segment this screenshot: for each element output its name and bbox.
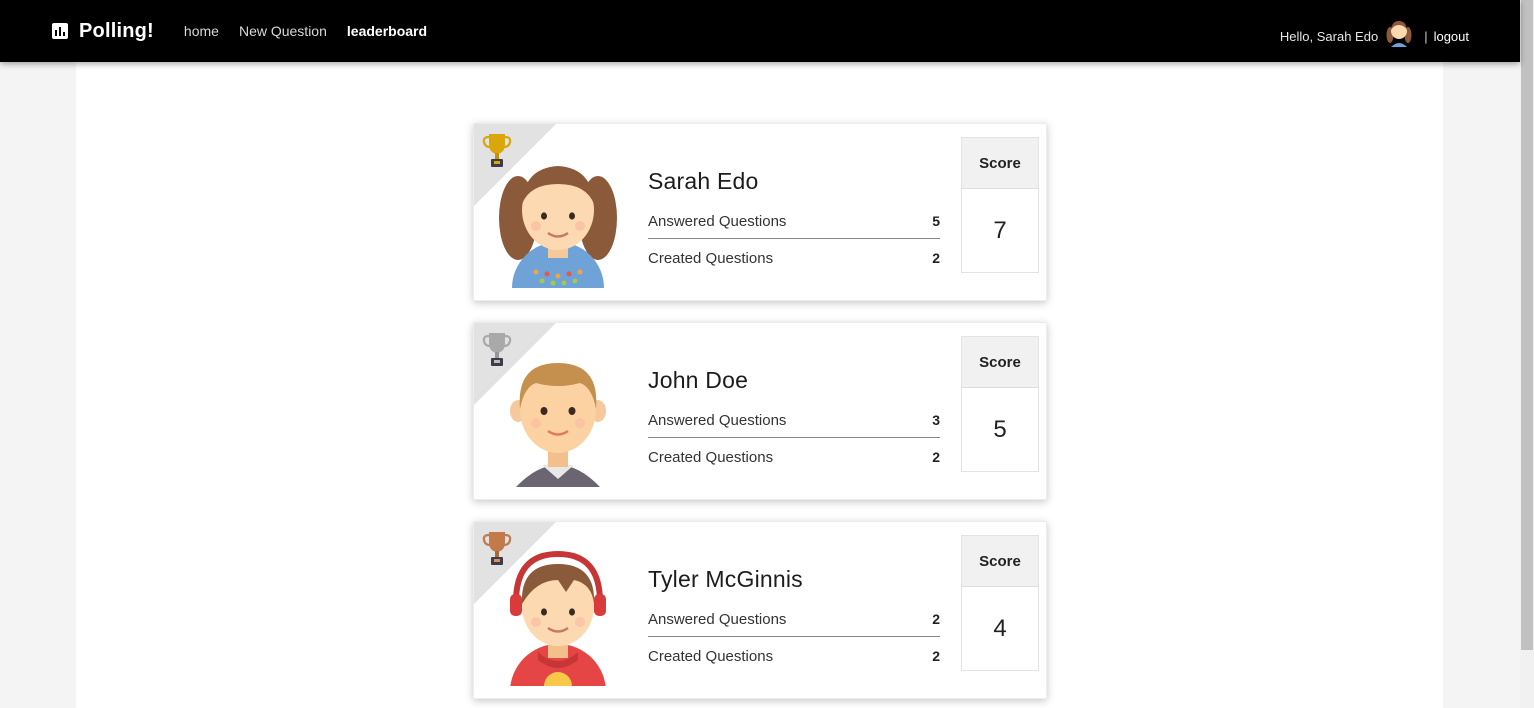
score-header: Score <box>962 337 1038 388</box>
row-divider <box>648 437 940 438</box>
nav-links: home New Question leaderboard <box>184 23 447 39</box>
score-box: Score 7 <box>961 137 1039 273</box>
answered-row: Answered Questions 5 <box>648 210 940 232</box>
row-divider <box>648 238 940 239</box>
player-info: Tyler McGinnis Answered Questions 2 Crea… <box>648 566 940 667</box>
brand-name: Polling! <box>79 19 154 42</box>
answered-label: Answered Questions <box>648 212 787 230</box>
separator: | <box>1424 28 1428 44</box>
leaderboard-card-1: Sarah Edo Answered Questions 5 Created Q… <box>473 123 1047 301</box>
created-row: Created Questions 2 <box>648 645 940 667</box>
player-name: Tyler McGinnis <box>648 566 803 592</box>
nav-link-leaderboard[interactable]: leaderboard <box>347 23 427 39</box>
created-label: Created Questions <box>648 249 774 267</box>
leaderboard-card-2: John Doe Answered Questions 3 Created Qu… <box>473 322 1047 500</box>
answered-label: Answered Questions <box>648 411 787 429</box>
player-info: John Doe Answered Questions 3 Created Qu… <box>648 367 940 468</box>
score-value: 5 <box>993 416 1007 443</box>
score-value: 4 <box>993 615 1007 642</box>
created-count: 2 <box>932 648 940 664</box>
score-value: 7 <box>993 217 1007 244</box>
answered-row: Answered Questions 3 <box>648 409 940 431</box>
created-label: Created Questions <box>648 647 774 665</box>
top-navbar: Polling! home New Question leaderboard H… <box>0 0 1520 62</box>
brand[interactable]: Polling! <box>52 20 154 43</box>
player-name: Sarah Edo <box>648 168 759 194</box>
answered-count: 2 <box>932 611 940 627</box>
score-box: Score 5 <box>961 336 1039 472</box>
player-info: Sarah Edo Answered Questions 5 Created Q… <box>648 168 940 269</box>
leaderboard-card-3: Tyler McGinnis Answered Questions 2 Crea… <box>473 521 1047 699</box>
created-row: Created Questions 2 <box>648 247 940 269</box>
user-avatar <box>1386 21 1412 47</box>
score-header: Score <box>962 138 1038 189</box>
created-label: Created Questions <box>648 448 774 466</box>
logout-link[interactable]: logout <box>1434 29 1469 44</box>
row-divider <box>648 636 940 637</box>
scrollbar-thumb[interactable] <box>1521 0 1533 650</box>
created-row: Created Questions 2 <box>648 446 940 468</box>
player-name: John Doe <box>648 367 749 393</box>
tyler-mcginnis-avatar <box>510 550 606 686</box>
user-greeting: Hello, Sarah Edo <box>1279 28 1379 44</box>
john-doe-avatar <box>510 363 606 487</box>
sarah-edo-avatar <box>499 166 617 288</box>
nav-link-new-question[interactable]: New Question <box>239 23 327 39</box>
answered-row: Answered Questions 2 <box>648 608 940 630</box>
bar-chart-icon <box>52 23 68 39</box>
score-box: Score 4 <box>961 535 1039 671</box>
created-count: 2 <box>932 250 940 266</box>
answered-label: Answered Questions <box>648 610 787 628</box>
nav-link-home[interactable]: home <box>184 23 219 39</box>
user-area: Hello, Sarah Edo | logout <box>1280 0 1469 62</box>
created-count: 2 <box>932 449 940 465</box>
answered-count: 5 <box>932 213 940 229</box>
answered-count: 3 <box>932 412 940 428</box>
score-header: Score <box>962 536 1038 587</box>
